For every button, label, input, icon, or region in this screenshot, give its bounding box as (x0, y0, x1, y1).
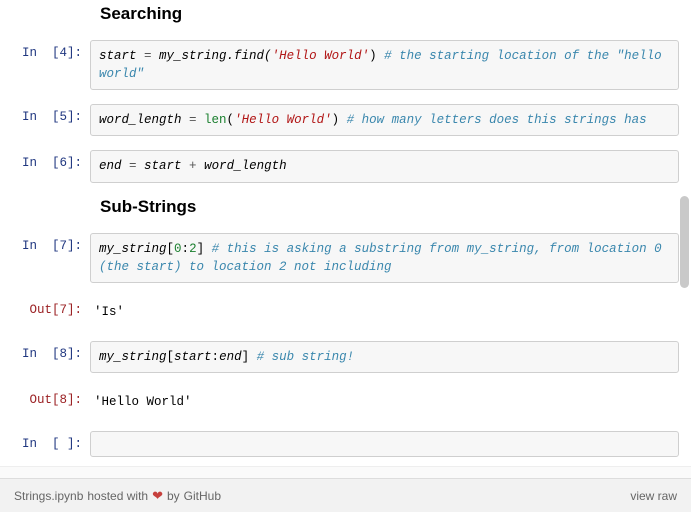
code-token: my_string (99, 242, 167, 256)
code-token: 2 (189, 242, 197, 256)
code-token: # sub string! (257, 350, 355, 364)
notebook-scrollpane[interactable]: Searching In [4]: start = my_string.find… (0, 0, 691, 478)
output-text: 'Hello World' (90, 387, 679, 417)
heading-substrings: Sub-Strings (100, 197, 679, 217)
input-prompt: In [5]: (12, 104, 90, 124)
code-token: ] (197, 242, 212, 256)
code-cell: In [7]: my_string[0:2] # this is asking … (12, 233, 679, 283)
input-prompt: In [8]: (12, 341, 90, 361)
code-input[interactable]: my_string[0:2] # this is asking a substr… (90, 233, 679, 283)
code-token: + (189, 159, 204, 173)
code-token: 'Hello World' (272, 49, 370, 63)
code-cell: In [ ]: (12, 431, 679, 457)
code-token: ] (242, 350, 257, 364)
code-cell: In [8]: my_string[start:end] # sub strin… (12, 341, 679, 373)
input-prompt: In [ ]: (12, 431, 90, 451)
code-token: my_string.find( (159, 49, 272, 63)
code-token: : (212, 350, 220, 364)
output-prompt: Out[7]: (12, 297, 90, 317)
code-token: start (174, 350, 212, 364)
footer-text: hosted with (87, 489, 148, 503)
code-token: = (129, 159, 144, 173)
heart-icon: ❤ (152, 489, 163, 502)
scrollbar-thumb[interactable] (680, 196, 689, 288)
footer-text: by (167, 489, 180, 503)
code-token: word_length (99, 113, 189, 127)
code-token: [ (167, 242, 175, 256)
code-token: len (204, 113, 227, 127)
code-token: 'Hello World' (234, 113, 332, 127)
code-token: 0 (174, 242, 182, 256)
view-raw-link[interactable]: view raw (630, 489, 677, 503)
code-input[interactable]: my_string[start:end] # sub string! (90, 341, 679, 373)
code-input[interactable] (90, 431, 679, 457)
input-prompt: In [7]: (12, 233, 90, 253)
code-token: = (144, 49, 159, 63)
gist-footer: Strings.ipynb hosted with ❤ by GitHub vi… (0, 478, 691, 512)
code-cell: In [6]: end = start + word_length (12, 150, 679, 182)
input-prompt: In [6]: (12, 150, 90, 170)
output-cell: Out[8]: 'Hello World' (12, 387, 679, 417)
code-token: ) (369, 49, 384, 63)
input-prompt: In [4]: (12, 40, 90, 60)
github-link[interactable]: GitHub (184, 489, 221, 503)
code-input[interactable]: start = my_string.find('Hello World') # … (90, 40, 679, 90)
code-token: word_length (204, 159, 287, 173)
code-token: # how many letters does this strings has (347, 113, 647, 127)
code-input[interactable]: end = start + word_length (90, 150, 679, 182)
horizontal-scrollbar[interactable] (0, 466, 691, 478)
code-token: [ (167, 350, 175, 364)
code-token: : (182, 242, 190, 256)
code-input[interactable]: word_length = len('Hello World') # how m… (90, 104, 679, 136)
code-token: end (219, 350, 242, 364)
code-token: start (99, 49, 144, 63)
output-text: 'Is' (90, 297, 679, 327)
code-token: ) (332, 113, 347, 127)
notebook-body: Searching In [4]: start = my_string.find… (0, 4, 691, 478)
code-cell: In [4]: start = my_string.find('Hello Wo… (12, 40, 679, 90)
code-token: my_string (99, 350, 167, 364)
code-cell: In [5]: word_length = len('Hello World')… (12, 104, 679, 136)
heading-searching: Searching (100, 4, 679, 24)
filename-link[interactable]: Strings.ipynb (14, 489, 83, 503)
output-cell: Out[7]: 'Is' (12, 297, 679, 327)
code-token: end (99, 159, 129, 173)
code-token: ( (227, 113, 235, 127)
output-prompt: Out[8]: (12, 387, 90, 407)
code-token: start (144, 159, 189, 173)
footer-left: Strings.ipynb hosted with ❤ by GitHub (14, 489, 221, 503)
code-token: = (189, 113, 204, 127)
